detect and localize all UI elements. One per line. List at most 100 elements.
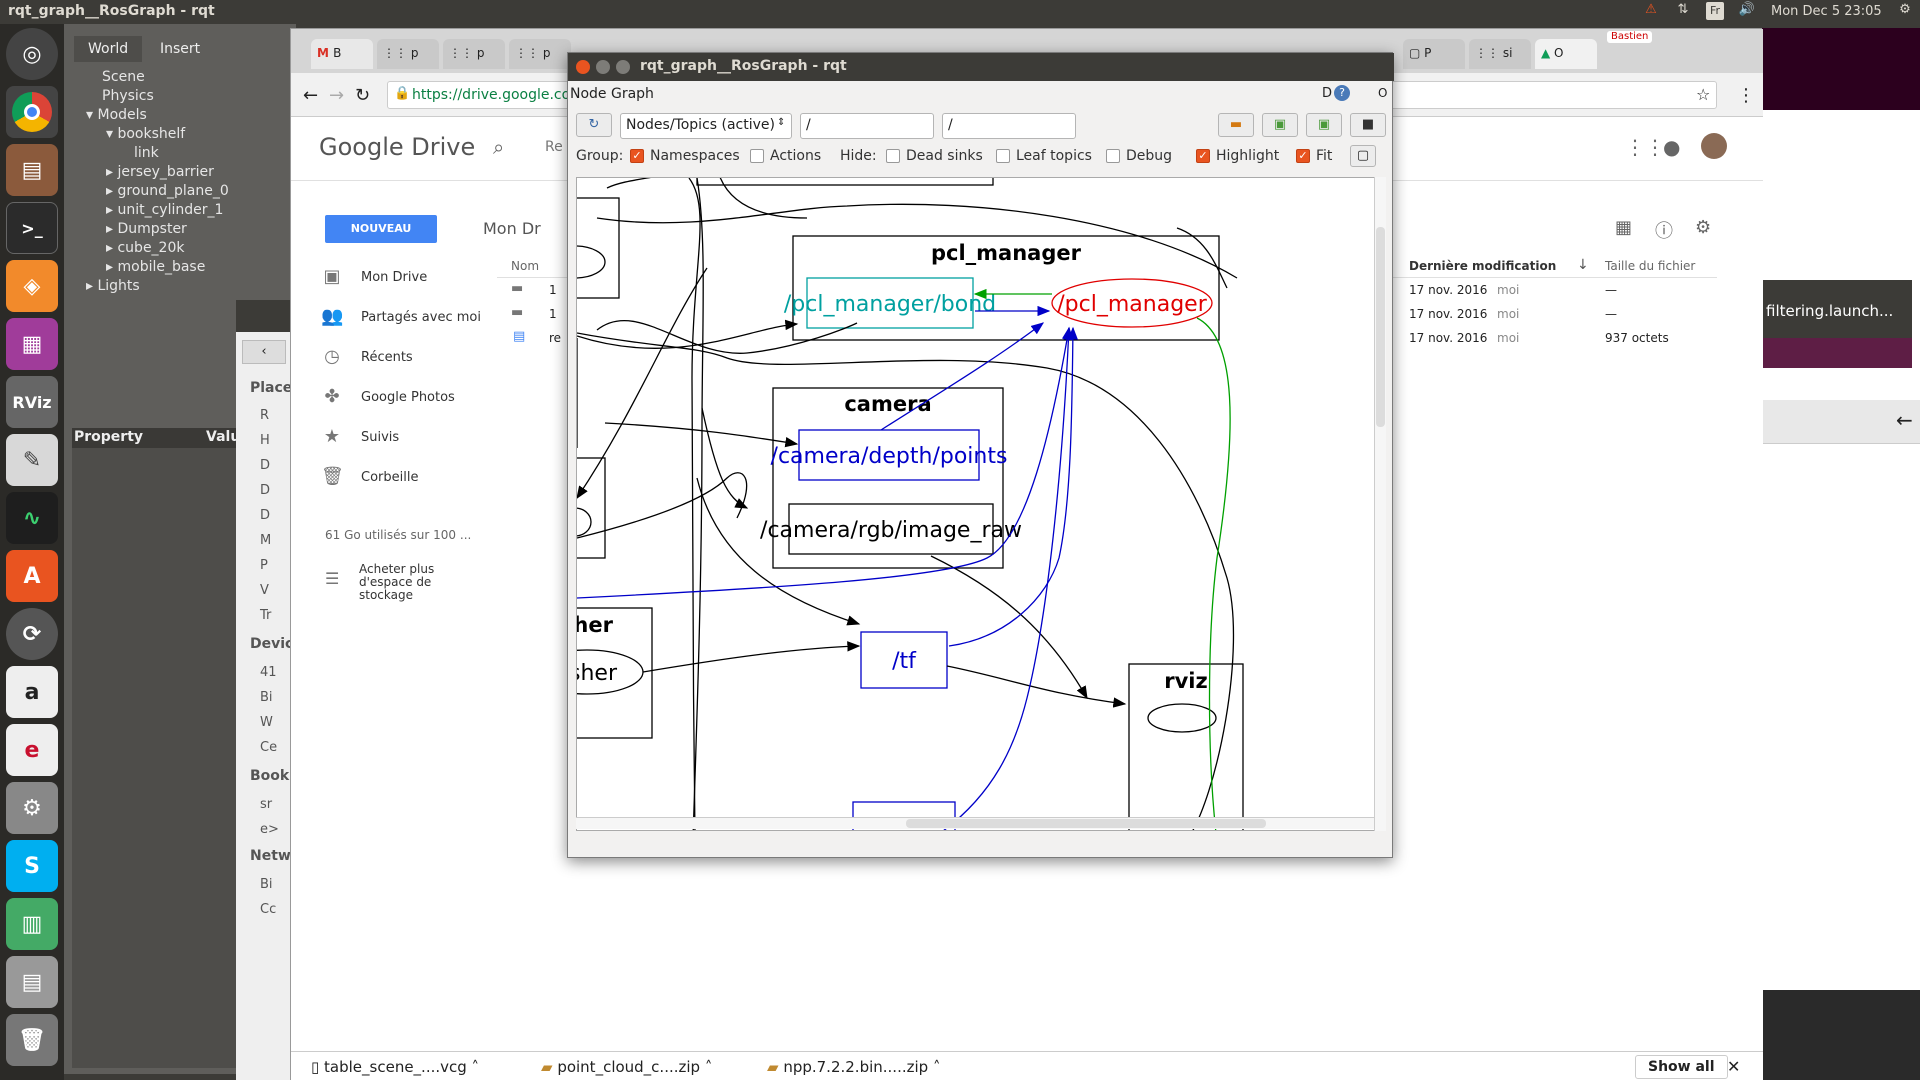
tab-sheet[interactable]: ⋮⋮ p (443, 39, 505, 69)
tree-item-bookshelf[interactable]: ▾ bookshelf (72, 125, 292, 144)
place-item[interactable]: D (260, 478, 271, 503)
close-icon[interactable]: ✕ (1727, 1057, 1740, 1076)
load-dot-button[interactable]: ▬ (1218, 113, 1254, 137)
back-icon[interactable]: ← (303, 85, 318, 106)
place-item[interactable]: M (260, 528, 271, 553)
rviz-node-ellipse[interactable] (1147, 703, 1217, 733)
tab-sheet[interactable]: ⋮⋮ p (377, 39, 439, 69)
scrollbar-thumb[interactable] (906, 819, 1266, 828)
chevron-right-icon[interactable]: ▸ (106, 202, 117, 218)
tab-filtering-launch[interactable]: filtering.launch... (1766, 302, 1893, 320)
updater-icon[interactable]: ⟳ (6, 608, 58, 660)
app-icon[interactable]: e (6, 724, 58, 776)
dead-sinks-checkbox[interactable]: Dead sinks (886, 147, 983, 165)
apps-grid-icon[interactable]: ⋮⋮ (1625, 135, 1665, 159)
horizontal-scrollbar[interactable] (576, 817, 1374, 829)
place-item[interactable]: V (260, 578, 271, 603)
skype-icon[interactable]: S (6, 840, 58, 892)
chevron-right-icon[interactable]: ▸ (106, 183, 117, 199)
actions-checkbox[interactable]: Actions (750, 147, 821, 165)
chevron-up-icon[interactable]: ˄ (700, 1058, 713, 1076)
place-item[interactable]: D (260, 503, 271, 528)
clock[interactable]: Mon Dec 5 23:05 (1771, 4, 1882, 19)
show-all-button[interactable]: Show all (1635, 1055, 1728, 1079)
reload-icon[interactable]: ↻ (355, 85, 370, 106)
tab-gmail[interactable]: M B (311, 39, 373, 69)
new-button[interactable]: NOUVEAU (325, 215, 437, 243)
network-item[interactable]: Cc (260, 897, 276, 922)
chevron-right-icon[interactable]: ▸ (106, 240, 117, 256)
place-item[interactable]: Tr (260, 603, 271, 628)
tab-sheet[interactable]: ⋮⋮ p (509, 39, 571, 69)
bookmark-item[interactable]: sr (260, 792, 279, 817)
tree-item-unit-cylinder[interactable]: ▸ unit_cylinder_1 (72, 201, 292, 220)
tree-item-mobile-base[interactable]: ▸ mobile_base (72, 258, 292, 277)
settings-icon[interactable]: ⚙ (6, 782, 58, 834)
grid-view-icon[interactable]: ▦ (1615, 217, 1632, 238)
download-item[interactable]: ▰ point_cloud_c....zip ˄ (541, 1052, 712, 1080)
graph-mode-select[interactable]: Nodes/Topics (active) ⇕ (620, 113, 792, 139)
star-icon[interactable]: ☆ (1696, 85, 1710, 104)
buy-storage-link[interactable]: Acheter plus d'espace de stockage (359, 563, 459, 602)
system-monitor-icon[interactable]: ∿ (6, 492, 58, 544)
maximize-window-button[interactable] (616, 60, 630, 74)
network-item[interactable]: Bi (260, 872, 276, 897)
search-icon[interactable]: ⌕ (493, 135, 504, 159)
tree-item-cube[interactable]: ▸ cube_20k (72, 239, 292, 258)
fit-view-button[interactable]: ▢ (1350, 145, 1376, 167)
chevron-right-icon[interactable]: ▸ (106, 259, 117, 275)
user-profile-badge[interactable]: Bastien (1607, 31, 1653, 43)
stacked-apps-icon[interactable]: ▥ (6, 898, 58, 950)
menu-icon[interactable]: ⋮ (1737, 85, 1755, 106)
fit-checkbox[interactable]: ✓ Fit (1296, 147, 1332, 165)
rqt-icon[interactable]: ▦ (6, 318, 58, 370)
warning-icon[interactable]: ⚠ (1642, 2, 1660, 20)
sort-arrow-icon[interactable]: ↓ (1577, 257, 1589, 273)
place-item[interactable]: P (260, 553, 271, 578)
tab-si[interactable]: ⋮⋮ si (1469, 39, 1531, 69)
info-icon[interactable]: ⓘ (1655, 217, 1673, 243)
highlight-checkbox[interactable]: ✓ Highlight (1196, 147, 1279, 165)
files-icon[interactable]: ▤ (6, 144, 58, 196)
chevron-down-icon[interactable]: ▾ (106, 126, 117, 142)
place-item[interactable]: H (260, 428, 271, 453)
tree-item-models[interactable]: ▾ Models (72, 106, 292, 125)
place-item[interactable]: D (260, 453, 271, 478)
tab-insert[interactable]: Insert (146, 36, 214, 62)
save-svg-button[interactable]: ▣ (1306, 113, 1342, 137)
drive-logo[interactable]: Google Drive (319, 133, 475, 161)
chevron-down-icon[interactable]: ▾ (86, 107, 97, 123)
close-window-button[interactable] (576, 60, 590, 74)
column-name[interactable]: Nom (511, 259, 539, 273)
nav-recent[interactable]: ◷ Récents (321, 337, 413, 377)
gear-icon[interactable]: ⚙ (1896, 2, 1914, 20)
back-button[interactable]: ‹ (242, 340, 286, 364)
tree-item-scene[interactable]: Scene (72, 68, 292, 87)
plugin-dock-label[interactable]: D (1322, 86, 1332, 101)
nav-starred[interactable]: ★ Suivis (321, 417, 399, 457)
nav-photos[interactable]: ✤ Google Photos (321, 377, 454, 417)
device-item[interactable]: W (260, 710, 277, 735)
column-size[interactable]: Taille du fichier (1605, 259, 1695, 273)
scrollbar-thumb[interactable] (1376, 227, 1385, 427)
chevron-right-icon[interactable]: ▸ (86, 278, 97, 294)
node-filter-input[interactable]: / (800, 113, 934, 139)
volume-icon[interactable]: 🔊 (1738, 2, 1756, 20)
chrome-icon[interactable] (6, 86, 58, 138)
device-item[interactable]: Ce (260, 735, 277, 760)
stacked-apps-icon[interactable]: ▤ (6, 956, 58, 1008)
breadcrumb[interactable]: Mon Dr (483, 219, 541, 238)
network-icon[interactable]: ⇅ (1674, 2, 1692, 20)
chevron-up-icon[interactable]: ˄ (467, 1058, 480, 1076)
settings-icon[interactable]: ⚙ (1695, 217, 1711, 238)
sublime-icon[interactable]: ◈ (6, 260, 58, 312)
graph-canvas[interactable]: pcl_manager /pcl_manager/bond /pcl_manag… (576, 177, 1386, 831)
tree-item-jersey-barrier[interactable]: ▸ jersey_barrier (72, 163, 292, 182)
search-placeholder[interactable]: Re (545, 139, 563, 155)
trash-icon[interactable]: 🗑 (6, 1014, 58, 1066)
amazon-icon[interactable]: a (6, 666, 58, 718)
device-item[interactable]: Bi (260, 685, 277, 710)
chevron-right-icon[interactable]: ▸ (106, 221, 117, 237)
terminal-icon[interactable]: >_ (6, 202, 58, 254)
refresh-button[interactable]: ↻ (576, 113, 612, 137)
